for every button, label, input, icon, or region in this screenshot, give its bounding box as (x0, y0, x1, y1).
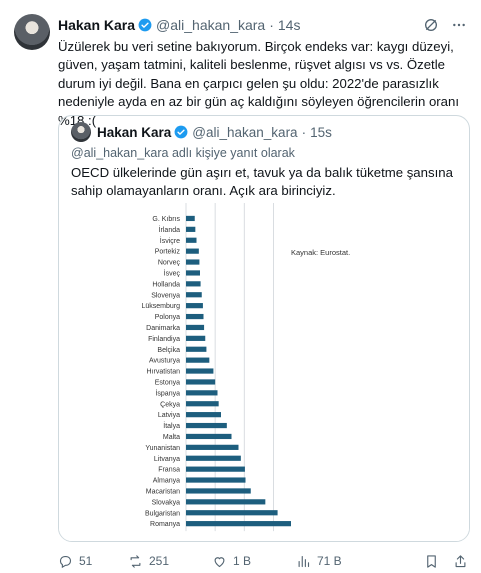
category-label: Avusturya (149, 358, 180, 365)
bar (186, 259, 200, 265)
bar (186, 433, 232, 440)
tweet-header: Hakan Kara @ali_hakan_kara · 14s (58, 15, 467, 35)
category-label: Slovakya (152, 499, 181, 506)
bar (186, 401, 219, 407)
quote-author-name: Hakan Kara (97, 124, 172, 140)
more-icon[interactable] (451, 17, 467, 33)
separator-dot: · (269, 17, 274, 33)
category-label: İsviçre (160, 236, 180, 245)
category-label: Romanya (150, 521, 180, 528)
quote-header: Hakan Kara @ali_hakan_kara · 15s (97, 122, 332, 142)
category-label: Slovenya (151, 292, 180, 299)
category-label: İspanya (155, 388, 180, 397)
category-label: Hollanda (152, 281, 180, 288)
bar (186, 488, 251, 494)
views-count: 71 B (317, 554, 342, 568)
bar-chart: G. Kıbrıs İrlanda İsviçre Portekiz Norveçİsv… (141, 203, 350, 532)
category-label: Estonya (155, 379, 180, 386)
category-label: Hırvatistan (147, 369, 181, 376)
bar (186, 368, 214, 374)
category-label: Litvanya (154, 456, 180, 463)
bar (186, 215, 195, 222)
bookmark-action[interactable] (424, 554, 439, 569)
author-handle[interactable]: @ali_hakan_kara (156, 17, 265, 33)
bar (186, 270, 200, 276)
reply-action[interactable]: 51 (58, 554, 128, 569)
bar (186, 444, 239, 450)
category-label: Bulgaristan (145, 510, 180, 517)
category-label: Portekiz (155, 249, 181, 256)
bar (186, 412, 221, 418)
repost-action[interactable]: 251 (128, 554, 212, 569)
quote-author-handle: @ali_hakan_kara (192, 124, 298, 140)
bookmark-icon (427, 554, 436, 568)
bar (186, 379, 216, 385)
bar (186, 499, 266, 505)
views-icon (298, 555, 310, 567)
category-label: Yunanistan (145, 445, 180, 452)
quote-time: 15s (310, 124, 332, 140)
chart-image[interactable]: G. Kıbrıs İrlanda İsviçre Portekiz Norveç İsv… (59, 201, 469, 541)
action-bar: 51 251 1 B 71 B (58, 552, 468, 570)
share-icon (455, 554, 466, 567)
quote-reply-context: @ali_hakan_kara adlı kişiye yanıt olarak (71, 146, 295, 160)
category-label: Danimarka (146, 325, 180, 332)
bar (186, 226, 196, 232)
quote-tweet[interactable]: Hakan Kara @ali_hakan_kara · 15s @ali_ha… (58, 115, 470, 542)
category-label: G. Kıbrıs (152, 216, 180, 223)
category-label: Belçika (157, 347, 180, 354)
bar (186, 455, 241, 461)
avatar[interactable] (14, 14, 50, 50)
bar (186, 466, 245, 472)
bar (186, 357, 210, 363)
bar (186, 237, 197, 243)
views-action[interactable]: 71 B (296, 554, 406, 569)
category-label: İsveç (164, 268, 181, 277)
grok-icon[interactable] (423, 17, 439, 33)
bar (186, 324, 205, 331)
category-label: Latviya (158, 412, 180, 419)
category-label: Çekya (160, 401, 180, 408)
tweet[interactable]: Hakan Kara @ali_hakan_kara · 14s Üzülere… (0, 0, 481, 573)
author-name[interactable]: Hakan Kara (58, 17, 135, 33)
repost-icon (130, 554, 141, 568)
category-label: Lüksemburg (141, 303, 180, 310)
quote-separator-dot: · (301, 124, 307, 140)
quote-text: OECD ülkelerinde gün aşırı et, tavuk ya … (71, 165, 453, 199)
category-label: Norveç (158, 260, 181, 267)
share-action[interactable] (453, 554, 468, 569)
category-label: Almanya (153, 478, 180, 485)
bar (186, 477, 246, 483)
bar (186, 313, 204, 320)
bar (186, 422, 227, 429)
bar (186, 303, 203, 309)
category-label: Fransa (158, 467, 180, 474)
bar (186, 346, 207, 352)
bar (186, 281, 201, 287)
quote-verified-badge-icon (174, 125, 188, 139)
bar (186, 292, 202, 298)
category-label: Polonya (155, 314, 180, 321)
header-actions (423, 17, 467, 33)
bar (186, 521, 291, 527)
repost-count: 251 (149, 554, 170, 568)
reply-count: 51 (79, 554, 93, 568)
like-count: 1 B (233, 554, 252, 568)
category-label: Macaristan (146, 488, 180, 495)
category-label: İtalya (163, 421, 180, 430)
chart-annotation: Kaynak: Eurostat. (291, 248, 350, 257)
bar (186, 390, 218, 396)
category-label: Malta (163, 434, 180, 441)
bar (186, 248, 199, 254)
verified-badge-icon (138, 18, 152, 32)
reply-icon (59, 555, 72, 568)
like-icon (214, 556, 225, 567)
category-label: Finlandiya (148, 336, 180, 343)
like-action[interactable]: 1 B (212, 554, 296, 569)
category-label: İrlanda (159, 225, 181, 234)
bar (186, 510, 278, 516)
quote-avatar (71, 122, 91, 142)
tweet-time[interactable]: 14s (278, 17, 301, 33)
bar (186, 335, 206, 341)
